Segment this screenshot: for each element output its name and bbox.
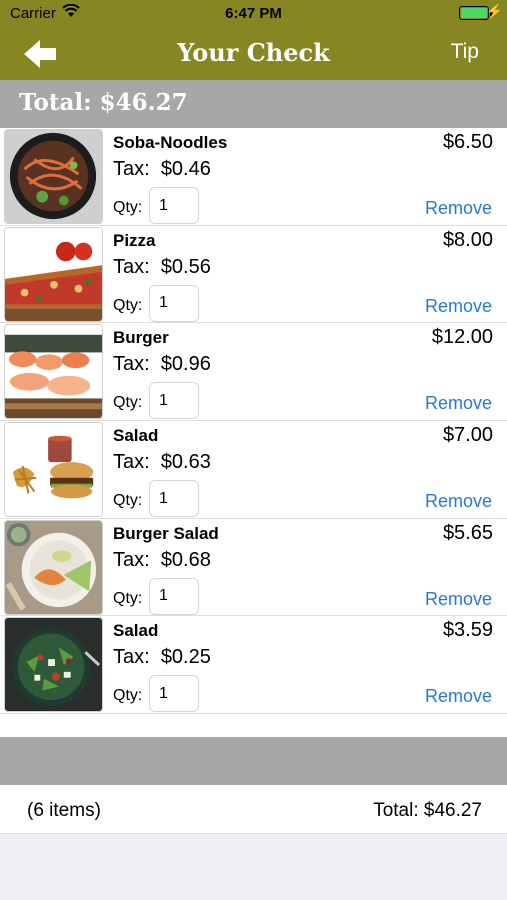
divider-band bbox=[0, 737, 507, 785]
item-tax: Tax: $0.63 bbox=[113, 451, 211, 474]
quantity-field[interactable] bbox=[149, 675, 199, 713]
tax-value: $0.25 bbox=[160, 646, 211, 669]
total-header: Total: $46.27 bbox=[0, 80, 507, 128]
item-tax: Tax: $0.56 bbox=[113, 256, 211, 279]
item-tax: Tax: $0.25 bbox=[113, 646, 211, 669]
check-item-list: Soba-Noodles $6.50 Tax: $0.46 Qty: Remov… bbox=[0, 128, 507, 715]
tax-label: Tax: bbox=[113, 548, 150, 571]
quantity-field[interactable] bbox=[149, 187, 199, 224]
item-price: $12.00 bbox=[431, 326, 493, 349]
list-item: Soba-Noodles $6.50 Tax: $0.46 Qty: Remov… bbox=[0, 128, 507, 226]
salad-photo bbox=[4, 422, 103, 518]
item-tax: Tax: $0.46 bbox=[113, 158, 211, 181]
burger-photo bbox=[4, 324, 103, 420]
item-tax: Tax: $0.68 bbox=[113, 549, 211, 572]
qty-label: Qty: bbox=[113, 589, 143, 607]
quantity-field[interactable] bbox=[149, 480, 199, 518]
list-item: Salad $3.59 Tax: $0.25 Qty: Remove bbox=[0, 616, 507, 715]
item-name: Burger bbox=[113, 328, 169, 348]
item-price: $5.65 bbox=[442, 521, 493, 544]
nav-bar: Your Check Tip bbox=[0, 28, 507, 80]
qty-label: Qty: bbox=[113, 199, 143, 216]
tip-button[interactable]: Tip bbox=[451, 40, 479, 64]
qty-label: Qty: bbox=[113, 394, 143, 412]
qty-label: Qty: bbox=[113, 687, 143, 705]
status-time: 6:47 PM bbox=[225, 5, 282, 22]
quantity-field[interactable] bbox=[149, 577, 199, 615]
tax-label: Tax: bbox=[113, 158, 150, 180]
bottom-empty-area bbox=[0, 834, 507, 900]
item-name: Burger Salad bbox=[113, 523, 219, 543]
remove-button[interactable]: Remove bbox=[425, 393, 492, 414]
item-name: Soba-Noodles bbox=[113, 133, 228, 152]
quantity-field[interactable] bbox=[149, 284, 199, 322]
item-name: Pizza bbox=[113, 230, 156, 250]
total-header-label: Total: $46.27 bbox=[19, 89, 188, 116]
footer-total: Total: $46.27 bbox=[373, 800, 482, 821]
remove-button[interactable]: Remove bbox=[425, 296, 492, 317]
tax-value: $0.56 bbox=[160, 255, 211, 278]
remove-button[interactable]: Remove bbox=[425, 491, 492, 512]
page-title: Your Check bbox=[177, 38, 330, 67]
summary-footer: (6 items) Total: $46.27 bbox=[0, 785, 507, 834]
soba-noodles-photo bbox=[4, 129, 103, 224]
qty-label: Qty: bbox=[113, 296, 143, 314]
burger-salad-photo bbox=[4, 519, 103, 615]
item-tax: Tax: $0.96 bbox=[113, 353, 211, 376]
salad-bowl-photo bbox=[4, 617, 103, 713]
quantity-field[interactable] bbox=[149, 382, 199, 420]
status-bar: Carrier 6:47 PM ⚡ bbox=[0, 0, 507, 28]
remove-button[interactable]: Remove bbox=[425, 686, 492, 707]
item-price: $3.59 bbox=[442, 619, 493, 642]
item-name: Salad bbox=[113, 426, 159, 446]
list-item: Salad $7.00 Tax: $0.63 Qty: Remove bbox=[0, 421, 507, 519]
item-count: (6 items) bbox=[27, 800, 101, 821]
tax-label: Tax: bbox=[113, 353, 150, 376]
item-price: $7.00 bbox=[442, 424, 493, 447]
tax-value: $0.63 bbox=[160, 451, 211, 474]
remove-button[interactable]: Remove bbox=[425, 589, 492, 610]
list-item: Burger Salad $5.65 Tax: $0.68 Qty: Remov… bbox=[0, 518, 507, 617]
qty-label: Qty: bbox=[113, 492, 143, 510]
tax-label: Tax: bbox=[113, 646, 150, 669]
tax-label: Tax: bbox=[113, 255, 150, 278]
item-name: Salad bbox=[113, 621, 159, 641]
remove-button[interactable]: Remove bbox=[425, 198, 492, 219]
item-price: $8.00 bbox=[442, 228, 493, 251]
tax-label: Tax: bbox=[113, 451, 150, 474]
item-price: $6.50 bbox=[442, 131, 493, 153]
list-item: Burger $12.00 Tax: $0.96 Qty: Remove bbox=[0, 323, 507, 422]
tax-value: $0.46 bbox=[160, 158, 211, 180]
charging-bolt-icon: ⚡ bbox=[485, 3, 503, 19]
battery-icon bbox=[459, 6, 489, 20]
tax-value: $0.96 bbox=[160, 353, 211, 376]
tax-value: $0.68 bbox=[160, 548, 211, 571]
list-item: Pizza $8.00 Tax: $0.56 Qty: Remove bbox=[0, 225, 507, 324]
pizza-photo bbox=[4, 226, 103, 322]
